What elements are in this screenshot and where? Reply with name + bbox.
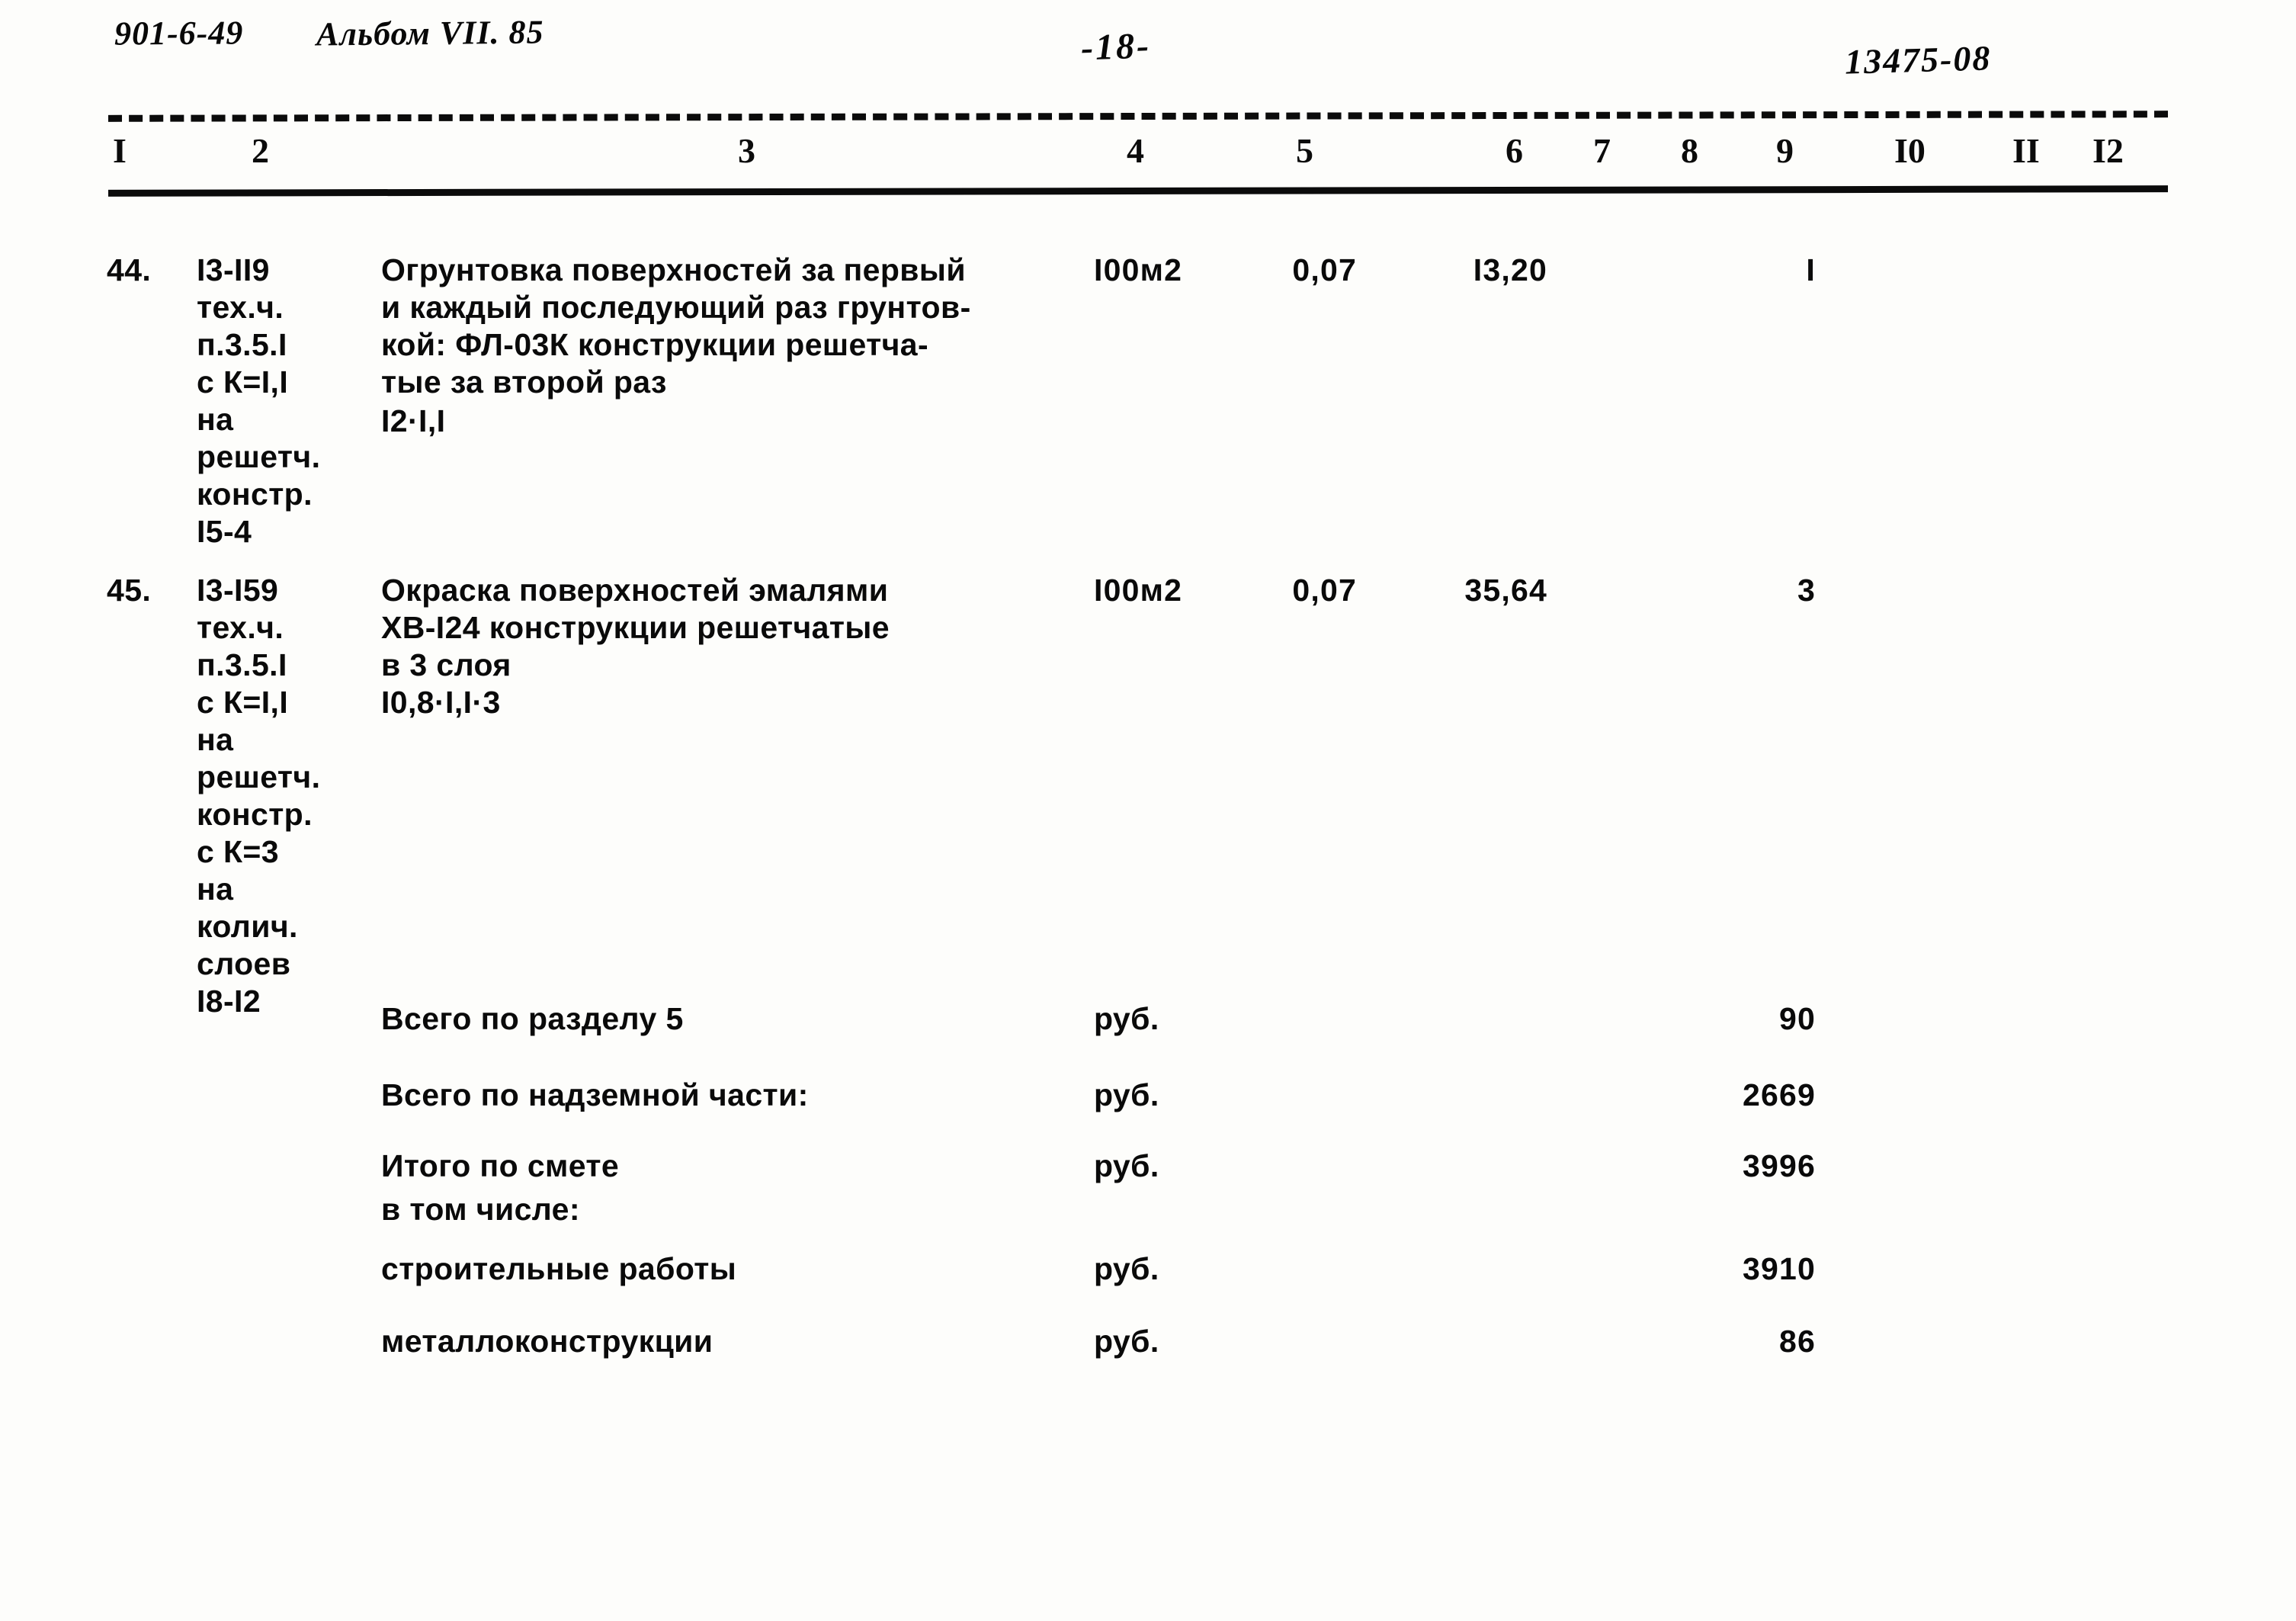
total-row-label-4: строительные работы <box>381 1251 737 1286</box>
column-number-1: I <box>113 131 127 170</box>
table-row-45-unit: I00м2 <box>1094 573 1183 608</box>
total-row-label-2: Итого по смете <box>381 1148 620 1183</box>
document-page: 901-6-49 Альбом VII. 85 -18- 13475-08 I … <box>0 0 2296 1621</box>
total-row-value-5: 86 <box>1778 1324 1816 1359</box>
column-number-2: 2 <box>252 131 269 170</box>
column-number-11: II <box>2012 131 2040 170</box>
column-number-10: I0 <box>1894 131 1926 170</box>
table-row-45-col6: 35,64 <box>1464 573 1547 608</box>
total-row-unit-5: руб. <box>1094 1324 1159 1359</box>
table-row-44-unit: I00м2 <box>1094 252 1183 287</box>
total-row-unit-2: руб. <box>1094 1148 1159 1183</box>
total-row-value-2: 3996 <box>1742 1148 1816 1183</box>
column-number-12: I2 <box>2092 131 2124 170</box>
total-row-value-0: 90 <box>1778 1001 1816 1036</box>
table-row-44-description: Огрунтовка поверхностей за первый и кажд… <box>381 252 971 400</box>
column-number-3: 3 <box>738 131 755 170</box>
table-row-45-col5: 0,07 <box>1292 573 1357 608</box>
table-row-44-col5: 0,07 <box>1292 252 1357 287</box>
total-row-value-1: 2669 <box>1742 1077 1816 1112</box>
table-row-45-number: 45. <box>107 573 152 608</box>
total-row-unit-4: руб. <box>1094 1251 1159 1286</box>
column-number-4: 4 <box>1127 131 1144 170</box>
solid-rule-under-column-numbers <box>107 185 2169 197</box>
column-number-9: 9 <box>1776 131 1794 170</box>
document-code: 901-6-49 <box>114 14 244 53</box>
column-number-8: 8 <box>1681 131 1698 170</box>
total-row-label-1: Всего по надземной части: <box>381 1077 809 1112</box>
column-number-6: 6 <box>1506 131 1523 170</box>
column-number-5: 5 <box>1296 131 1313 170</box>
total-row-value-4: 3910 <box>1742 1251 1816 1286</box>
archive-stamp: 13475-08 <box>1844 38 1993 82</box>
total-row-label-5: металлоконструкции <box>381 1324 713 1359</box>
total-row-label-0: Всего по разделу 5 <box>381 1001 684 1036</box>
table-row-44-justification: I3-II9 тех.ч. п.3.5.I с К=I,I на решетч.… <box>197 252 321 549</box>
album-label: Альбом VII. 85 <box>316 13 544 53</box>
table-row-44-col9: I <box>1806 252 1816 287</box>
table-row-44-col6: I3,20 <box>1473 252 1547 287</box>
table-row-45-description: Окраска поверхностей эмалями ХВ-I24 конс… <box>381 573 890 682</box>
column-number-7: 7 <box>1593 131 1611 170</box>
table-row-45-justification: I3-I59 тех.ч. п.3.5.I с К=I,I на решетч.… <box>197 573 321 1019</box>
table-row-44-formula: I2·I,I <box>381 403 446 438</box>
total-row-unit-0: руб. <box>1094 1001 1159 1036</box>
total-row-label-3: в том числе: <box>381 1192 580 1227</box>
total-row-unit-1: руб. <box>1094 1077 1159 1112</box>
table-row-44-number: 44. <box>107 252 152 287</box>
dashed-rule-top <box>107 111 2169 122</box>
column-number-row: I 2 3 4 5 6 7 8 9 I0 II I2 <box>0 133 2296 182</box>
table-row-45-col9: 3 <box>1797 573 1816 608</box>
table-row-45-formula: I0,8·I,I·3 <box>381 685 501 720</box>
page-number: -18- <box>1080 25 1152 69</box>
